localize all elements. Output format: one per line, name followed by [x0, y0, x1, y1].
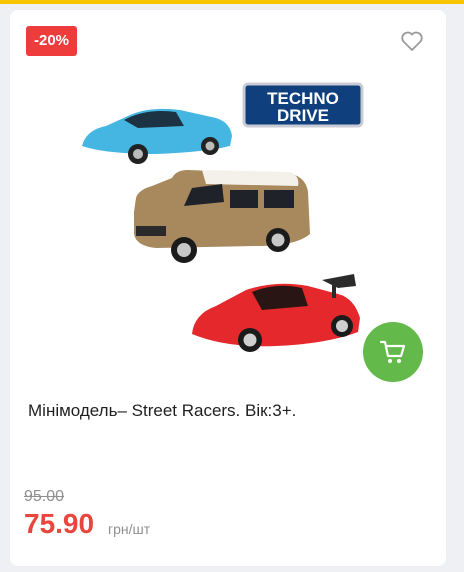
blue-car [82, 108, 232, 164]
techno-drive-logo: TECHNO DRIVE [242, 82, 364, 128]
product-image: TECHNO DRIVE [82, 82, 364, 352]
product-title[interactable]: Мінімодель– Street Racers. Вік:3+. [28, 400, 428, 422]
red-car [192, 274, 360, 352]
add-to-cart-button[interactable] [363, 322, 423, 382]
cart-icon [379, 340, 406, 363]
heart-outline-icon[interactable] [400, 30, 424, 52]
brown-suv [134, 170, 310, 263]
discount-badge: -20% [26, 26, 78, 56]
price-unit: грн/шт [108, 521, 151, 537]
old-price: 95.00 [24, 488, 65, 505]
logo-line-2: DRIVE [277, 106, 329, 125]
top-accent-bar [0, 0, 464, 4]
current-price: 75.90 [24, 508, 95, 539]
